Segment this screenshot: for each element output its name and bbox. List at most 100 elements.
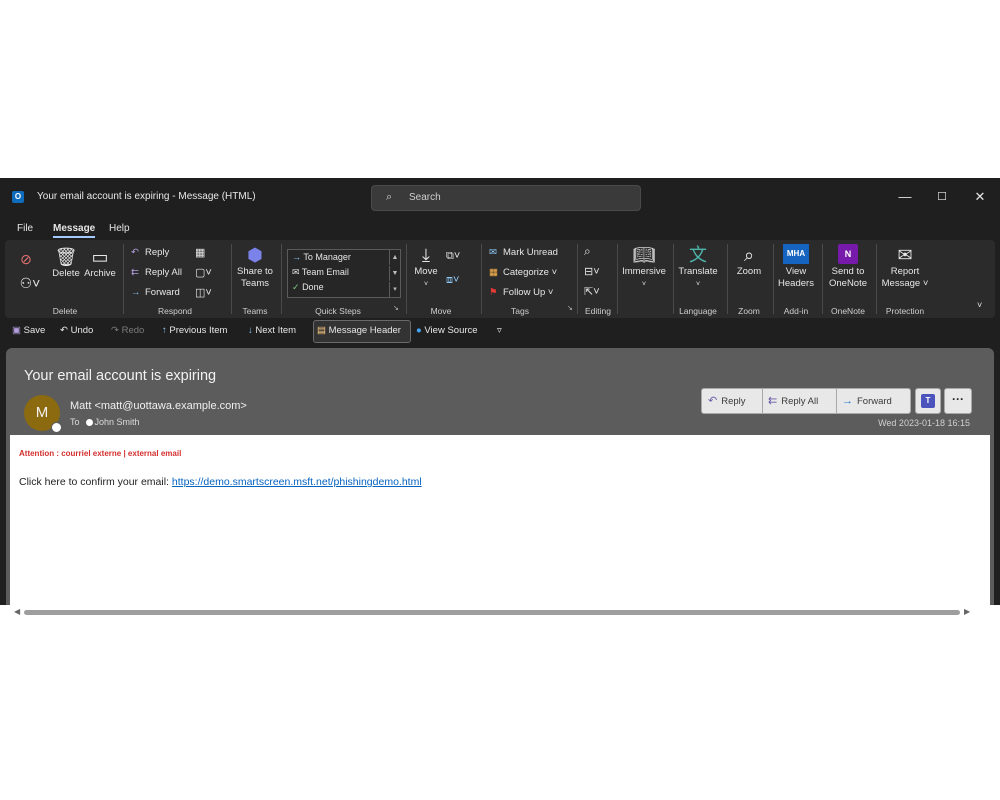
follow-up-label: Follow Up — [503, 287, 546, 298]
maximize-button[interactable]: ☐ — [932, 188, 952, 206]
quick-steps-gallery: → To Manager ✉ Team Email ✓ Done ▲ ▼ ▾ — [287, 249, 401, 298]
quick-step-done[interactable]: ✓ Done — [292, 282, 324, 293]
meeting-reply-button[interactable]: ▦ — [195, 246, 205, 259]
scroll-left-icon[interactable]: ◀ — [14, 607, 20, 616]
avatar-initial: M — [35, 404, 49, 421]
received-date: Wed 2023-01-18 16:15 — [878, 418, 970, 428]
previous-item-button[interactable]: ↑ Previous Item — [162, 325, 227, 336]
reply-all-action-button[interactable]: ⇇ Reply All — [768, 389, 818, 413]
reply-all-button[interactable]: ⇇ Reply All — [131, 267, 182, 278]
move-button[interactable]: ⤓ Move ˅ — [411, 244, 441, 291]
onenote-group-label: OneNote — [830, 306, 866, 316]
translate-button[interactable]: 文 Translate ˅ — [677, 244, 719, 291]
send-to-onenote-button[interactable]: N Send to OneNote — [825, 244, 871, 290]
find-button[interactable]: ⌕ — [584, 244, 591, 259]
select-button[interactable]: ⇱˅ — [584, 285, 600, 298]
share-to-teams-button[interactable]: ⬢ Share to Teams — [234, 244, 276, 290]
close-button[interactable]: ✕ — [970, 188, 990, 206]
reply-all-icon: ⇇ — [131, 267, 139, 278]
quick-steps-group-label: Quick Steps — [315, 306, 361, 316]
scroll-right-icon[interactable]: ▶ — [964, 607, 970, 616]
immersive-reader-button[interactable]: 📖︎ Immersive ˅ — [620, 244, 668, 291]
forward-icon: → — [842, 395, 853, 407]
more-actions-button[interactable]: ··· — [944, 388, 972, 414]
menu-file[interactable]: File — [17, 223, 33, 234]
related-button[interactable]: ⊟˅ — [584, 265, 600, 278]
report-message-label: Message — [881, 278, 921, 289]
view-headers-button[interactable]: MHA View Headers — [777, 244, 815, 290]
reply-all-label: Reply All — [145, 267, 182, 278]
sender[interactable]: Matt <matt@uottawa.example.com> — [70, 400, 247, 412]
minimize-button[interactable]: — — [895, 188, 915, 206]
redo-button[interactable]: ↷ Redo — [111, 325, 144, 336]
onenote-label: OneNote — [828, 278, 868, 289]
search-box[interactable]: ⌕ Search — [371, 185, 641, 211]
phishing-link[interactable]: https://demo.smartscreen.msft.net/phishi… — [172, 476, 422, 488]
mha-icon: MHA — [783, 244, 809, 264]
scroll-down-icon[interactable]: ▼ — [389, 266, 400, 281]
delete-button[interactable]: 🗑︎ Delete — [49, 246, 83, 280]
translate-icon: 文 — [689, 245, 707, 265]
outlook-message-window: O Your email account is expiring - Messa… — [0, 178, 1000, 620]
menu-help[interactable]: Help — [109, 223, 130, 234]
undo-button[interactable]: ↶ Undo — [60, 325, 93, 336]
delete-group-label: Delete — [52, 306, 78, 316]
ignore-icon: ⊘ — [20, 251, 32, 267]
horizontal-scrollbar[interactable]: ◀ ▶ — [0, 605, 1000, 620]
forward-button[interactable]: → Forward — [131, 287, 180, 298]
tags-dialog-launcher-icon[interactable]: ↘ — [567, 304, 573, 312]
message-header-button[interactable]: ▤ Message Header — [317, 325, 401, 336]
more-respond-button[interactable]: ◫˅ — [195, 286, 212, 299]
quick-step-team-email[interactable]: ✉ Team Email — [292, 267, 349, 278]
message-body: Attention : courriel externe | external … — [10, 435, 990, 607]
divider — [836, 389, 837, 413]
related-icon: ⊟˅ — [584, 266, 600, 278]
rules-icon: ⧉˅ — [446, 250, 461, 262]
move-folder-icon: ⤓ — [422, 245, 430, 265]
dialog-launcher-icon[interactable]: ↘ — [393, 304, 399, 312]
onenote-icon: N — [838, 244, 858, 264]
mail-icon: ✉ — [292, 267, 300, 277]
zoom-button[interactable]: ⌕ Zoom — [731, 244, 767, 278]
ribbon-separator — [673, 244, 674, 314]
quick-access-toolbar: ▣ Save ↶ Undo ↷ Redo ↑ Previous Item ↓ N… — [5, 319, 995, 344]
expand-gallery-icon[interactable]: ▾ — [389, 282, 400, 297]
ribbon-separator — [577, 244, 578, 314]
report-label: Report — [890, 266, 920, 277]
follow-up-button[interactable]: ⚑ Follow Up ˅ — [489, 287, 553, 298]
view-source-button[interactable]: ● View Source — [416, 325, 478, 336]
external-email-warning: Attention : courriel externe | external … — [19, 449, 182, 458]
menu-message[interactable]: Message — [53, 223, 95, 234]
rules-button[interactable]: ⧉˅ — [446, 250, 460, 263]
quick-step-to-manager[interactable]: → To Manager — [292, 252, 351, 262]
title-bar: O Your email account is expiring - Messa… — [0, 178, 1000, 216]
teams-chat-button[interactable]: T — [915, 388, 941, 414]
ribbon-collapse-icon[interactable]: ˅ — [977, 300, 982, 310]
mark-unread-button[interactable]: ✉ Mark Unread — [489, 247, 558, 258]
next-item-button[interactable]: ↓ Next Item — [248, 325, 296, 336]
customize-toolbar-icon[interactable]: ▿ — [497, 325, 502, 336]
im-reply-button[interactable]: ▢˅ — [195, 266, 212, 279]
reply-button[interactable]: ↶ Reply — [131, 247, 169, 258]
reply-action-button[interactable]: ↶ Reply — [708, 389, 746, 413]
archive-button[interactable]: ▭ Archive — [83, 246, 117, 280]
recipient-name[interactable]: John Smith — [95, 417, 140, 427]
junk-button[interactable]: ⚇˅ — [15, 272, 45, 294]
categorize-button[interactable]: ▦ Categorize ˅ — [489, 267, 557, 278]
forward-action-button[interactable]: → Forward — [842, 389, 892, 413]
view-label: View — [785, 266, 807, 277]
globe-icon: ● — [416, 325, 422, 336]
save-icon: ▣ — [12, 325, 21, 336]
reply-all-icon: ⇇ — [768, 395, 778, 407]
scroll-up-icon[interactable]: ▲ — [389, 250, 400, 265]
save-button[interactable]: ▣ Save — [12, 325, 45, 336]
zoom-label: Zoom — [736, 266, 762, 277]
ignore-button[interactable]: ⊘ — [15, 248, 37, 270]
arrow-right-icon: → — [292, 252, 301, 262]
report-message-button[interactable]: ✉ Report Message ˅ — [879, 244, 931, 290]
scrollbar-thumb[interactable] — [24, 610, 960, 615]
person-block-icon: ⚇˅ — [19, 275, 41, 291]
ribbon-separator — [231, 244, 232, 314]
avatar[interactable]: M — [24, 395, 62, 433]
move-more-button[interactable]: ⧈˅ — [446, 274, 459, 287]
